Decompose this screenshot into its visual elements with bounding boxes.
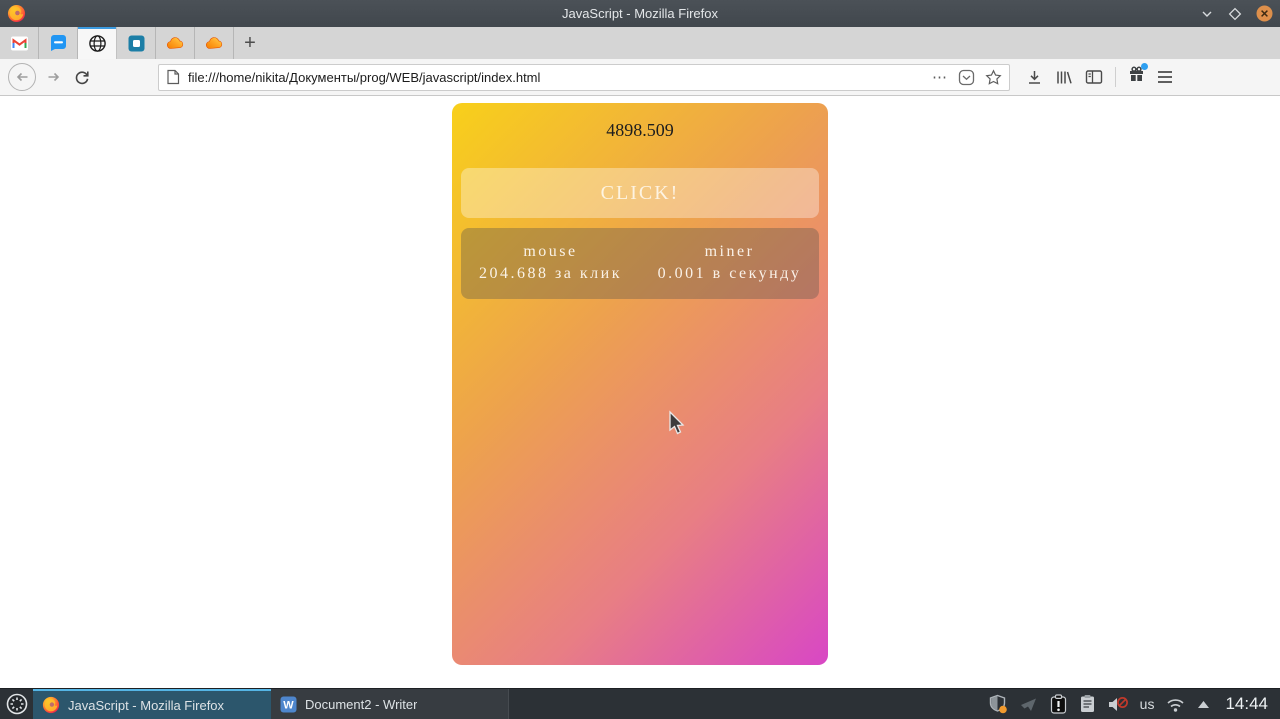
- clipboard-icon[interactable]: [1079, 694, 1096, 714]
- whats-new-button[interactable]: [1128, 63, 1148, 88]
- upgrade-rate: 204.688 за клик: [478, 265, 622, 282]
- cloud-icon: [205, 36, 222, 49]
- page-icon: [167, 69, 180, 85]
- navigation-toolbar: file:///home/nikita/Документы/prog/WEB/j…: [0, 59, 1280, 96]
- clicker-game-card: 4898.509 CLICK! mouse 204.688 за клик mi…: [452, 103, 828, 665]
- tab-gmail[interactable]: [0, 27, 39, 59]
- reload-button[interactable]: [68, 63, 96, 91]
- tab-blue-app[interactable]: [117, 27, 156, 59]
- upgrade-name: mouse: [523, 243, 578, 260]
- writer-icon: W: [280, 696, 297, 712]
- upgrade-miner[interactable]: miner 0.001 в секунду: [640, 241, 819, 299]
- window-title: JavaScript - Mozilla Firefox: [561, 6, 719, 21]
- click-button[interactable]: CLICK!: [461, 168, 819, 218]
- close-icon[interactable]: [1256, 5, 1273, 22]
- cloud-icon: [166, 36, 183, 49]
- new-tab-button[interactable]: +: [234, 27, 266, 59]
- page-actions-button[interactable]: ⋯: [932, 68, 948, 86]
- app-launcher-icon: [6, 693, 27, 715]
- tab-cloud-1[interactable]: [156, 27, 195, 59]
- tab-current-page[interactable]: [78, 27, 117, 59]
- keyboard-layout-indicator[interactable]: us: [1140, 696, 1155, 712]
- forward-icon: [48, 72, 60, 82]
- toolbar-separator: [1115, 67, 1116, 87]
- globe-icon: [88, 34, 106, 52]
- download-icon[interactable]: [1026, 69, 1043, 86]
- upgrades-panel: mouse 204.688 за клик miner 0.001 в секу…: [461, 228, 819, 299]
- upgrade-name: miner: [704, 243, 755, 260]
- caret-up-icon[interactable]: [1197, 700, 1210, 709]
- notification-dot: [1141, 63, 1148, 70]
- browser-viewport: 4898.509 CLICK! mouse 204.688 за клик mi…: [0, 96, 1280, 688]
- clock[interactable]: 14:44: [1225, 694, 1268, 714]
- mouse-cursor: [669, 410, 685, 435]
- clipboard-warning-icon[interactable]: [1049, 693, 1068, 715]
- window-titlebar: JavaScript - Mozilla Firefox: [0, 0, 1280, 27]
- sidebar-icon[interactable]: [1085, 69, 1103, 85]
- taskbar-task-writer[interactable]: W Document2 - Writer: [271, 689, 509, 719]
- volume-muted-icon[interactable]: [1107, 695, 1129, 714]
- tab-messages[interactable]: [39, 27, 78, 59]
- app-launcher-button[interactable]: [0, 689, 33, 719]
- upgrade-rate: 0.001 в секунду: [657, 265, 802, 282]
- blue-app-icon: [128, 35, 144, 51]
- firefox-icon: [7, 4, 26, 23]
- firefox-icon: [42, 696, 60, 714]
- messages-icon: [50, 34, 66, 51]
- task-label: Document2 - Writer: [305, 696, 418, 712]
- gmail-icon: [10, 36, 28, 50]
- task-label: JavaScript - Mozilla Firefox: [68, 697, 225, 713]
- taskbar-task-firefox[interactable]: JavaScript - Mozilla Firefox: [33, 689, 271, 719]
- back-button[interactable]: [8, 63, 36, 91]
- upgrade-mouse[interactable]: mouse 204.688 за клик: [461, 241, 640, 299]
- system-tray: us 14:44: [988, 689, 1280, 719]
- reload-icon: [75, 71, 89, 85]
- pocket-icon[interactable]: [958, 69, 975, 86]
- minimize-icon[interactable]: [1200, 7, 1214, 21]
- wifi-icon[interactable]: [1165, 696, 1186, 713]
- menu-icon[interactable]: [1157, 70, 1173, 84]
- forward-button[interactable]: [40, 63, 68, 91]
- send-plane-icon[interactable]: [1019, 695, 1038, 714]
- desktop: JavaScript - Mozilla Firefox + file:///h…: [0, 0, 1280, 719]
- url-text[interactable]: file:///home/nikita/Документы/prog/WEB/j…: [188, 70, 540, 85]
- library-icon[interactable]: [1055, 69, 1073, 86]
- back-icon: [16, 72, 28, 82]
- bookmark-star-icon[interactable]: [985, 68, 1002, 86]
- tab-cloud-2[interactable]: [195, 27, 234, 59]
- maximize-icon[interactable]: [1228, 7, 1242, 21]
- tab-bar: +: [0, 27, 1280, 59]
- url-bar[interactable]: file:///home/nikita/Документы/prog/WEB/j…: [158, 63, 1010, 91]
- svg-text:W: W: [283, 699, 294, 711]
- score-value: 4898.509: [606, 120, 674, 140]
- taskbar: JavaScript - Mozilla Firefox W Document2…: [0, 688, 1280, 719]
- shield-badge-icon[interactable]: [988, 694, 1008, 714]
